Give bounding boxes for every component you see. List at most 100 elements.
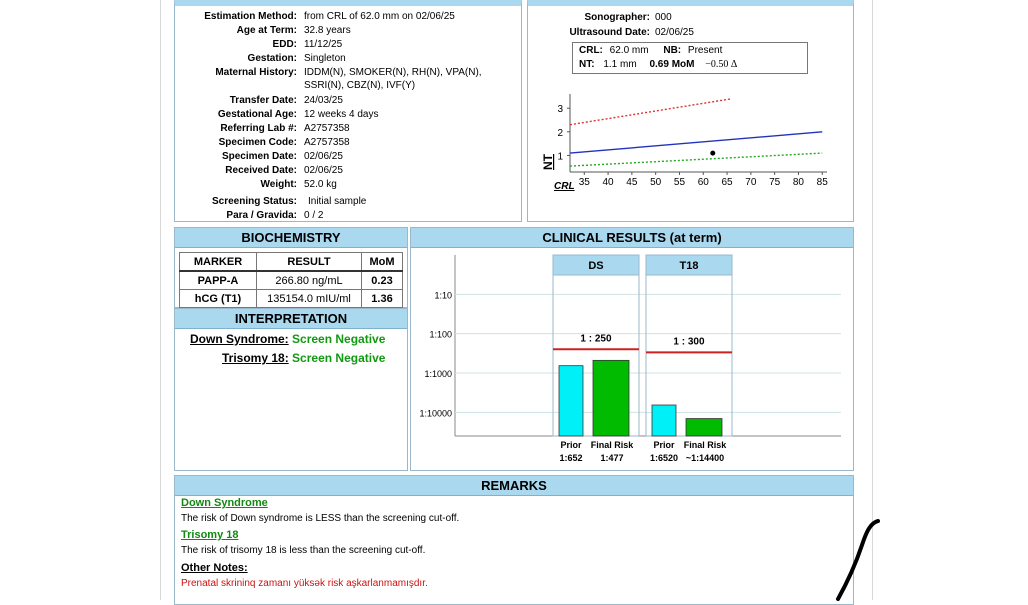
patient-field-value: 12 weeks 4 days <box>304 109 379 120</box>
clinical-results-panel: CLINICAL RESULTS (at term) 1:10 1:100 1:10… <box>410 227 854 471</box>
mom-cell: 1.36 <box>361 289 403 308</box>
remark-other-text: Prenatal skrininq zamanı yüksək risk aşk… <box>181 578 428 589</box>
nt-value: 1.1 mm <box>603 59 637 70</box>
nt-mom: 0.69 MoM <box>649 59 695 70</box>
nt-crl-chart: 1 2 3 35 40 45 50 55 60 65 70 75 80 85 NT CRL <box>541 94 829 192</box>
nt-series-line-1 <box>569 131 823 154</box>
field-label: Gestational Age: <box>217 109 297 120</box>
patient-field-value: 32.8 years <box>304 25 351 36</box>
risk-y-tick-label: 1:1000 <box>424 369 452 379</box>
final-risk-value: 1:477 <box>600 453 623 463</box>
ultrasound-panel: Sonographer: 000 Ultrasound Date: 02/06/… <box>527 0 854 222</box>
patient-field-value: 0 / 2 <box>304 210 324 221</box>
field-label: Transfer Date: <box>229 95 297 106</box>
field-label: Referring Lab #: <box>220 123 297 134</box>
field-label: Weight: <box>260 179 297 190</box>
patient-field-value: A2757358 <box>304 137 350 148</box>
prior-label: Prior <box>653 440 675 450</box>
patient-field-value: 52.0 kg <box>304 179 337 190</box>
t18-interpretation: Trisomy 18: Screen Negative <box>222 351 385 365</box>
final-risk-value: ~1:14400 <box>686 453 724 463</box>
risk-group-name: T18 <box>680 260 699 272</box>
field-label: Screening Status: <box>211 196 297 207</box>
final-risk-label: Final Risk <box>684 440 728 450</box>
nt-x-tick-label: 60 <box>698 177 710 188</box>
table-row: PAPP-A 266.80 ng/mL 0.23 <box>179 270 403 290</box>
field-label: Gestation: <box>247 53 297 64</box>
nt-x-tick-label: 75 <box>769 177 781 188</box>
patient-info-panel: Estimation Method: from CRL of 62.0 mm on… <box>174 0 522 222</box>
crl-label: CRL: <box>579 45 603 56</box>
field-label: Para / Gravida: <box>226 210 297 221</box>
prior-label: Prior <box>560 440 582 450</box>
remarks-title: REMARKS <box>175 476 853 496</box>
patient-field-value: Initial sample <box>308 196 367 207</box>
final-risk-bar <box>685 418 723 437</box>
remarks-panel: REMARKS Down Syndrome The risk of Down s… <box>174 475 854 605</box>
us-date-value: 02/06/25 <box>655 27 694 38</box>
risk-group-name: DS <box>588 260 603 272</box>
crl-axis-label: CRL <box>554 181 575 192</box>
patient-field-value: from CRL of 62.0 mm on 02/06/25 <box>304 11 455 22</box>
mom-cell: 0.23 <box>361 270 403 290</box>
patient-field-value: Singleton <box>304 53 346 64</box>
sonographer-value: 000 <box>655 12 672 23</box>
remark-t18-title: Trisomy 18 <box>181 529 239 541</box>
biochemistry-title: BIOCHEMISTRY <box>175 228 407 248</box>
nt-x-tick-label: 40 <box>603 177 615 188</box>
nt-x-tick-label: 70 <box>745 177 757 188</box>
patient-field-value: IDDM(N), SMOKER(N), RH(N), VPA(N), <box>304 67 482 78</box>
nt-x-tick-label: 35 <box>579 177 591 188</box>
nt-series-line-0 <box>569 98 732 126</box>
col-mom: MoM <box>361 252 403 272</box>
prior-value: 1:6520 <box>650 453 678 463</box>
final-risk-label: Final Risk <box>591 440 635 450</box>
prior-value: 1:652 <box>559 453 582 463</box>
risk-y-tick-label: 1:10000 <box>419 408 452 418</box>
patient-field-value: A2757358 <box>304 123 350 134</box>
clinical-title: CLINICAL RESULTS (at term) <box>411 228 853 248</box>
biochemistry-table: MARKER RESULT MoM PAPP-A 266.80 ng/mL 0.… <box>179 252 403 308</box>
nt-y-tick-label: 1 <box>557 151 563 162</box>
field-label: Estimation Method: <box>204 11 297 22</box>
interpretation-panel: INTERPRETATION Down Syndrome: Screen Neg… <box>174 308 408 471</box>
nt-label: NT: <box>579 59 595 70</box>
sonographer-label: Sonographer: <box>584 12 650 23</box>
field-label: Specimen Code: <box>218 137 297 148</box>
nt-measurement-point <box>710 150 716 156</box>
patient-field-value: 11/12/25 <box>304 39 343 50</box>
prior-risk-bar <box>651 404 677 437</box>
risk-cutoff-label: 1 : 250 <box>580 333 612 344</box>
field-label: Maternal History: <box>215 67 297 78</box>
nb-value: Present <box>687 45 723 56</box>
interpretation-title: INTERPRETATION <box>175 309 407 329</box>
field-label: Received Date: <box>225 165 297 176</box>
ds-interpretation: Down Syndrome: Screen Negative <box>190 332 385 346</box>
result-cell: 266.80 ng/mL <box>256 270 362 290</box>
crl-value: 62.0 mm <box>609 45 649 56</box>
remark-other-title: Other Notes: <box>181 562 248 574</box>
nt-x-tick-label: 55 <box>674 177 686 188</box>
report-page: Estimation Method: from CRL of 62.0 mm on… <box>160 0 873 605</box>
table-row: hCG (T1) 135154.0 mIU/ml 1.36 <box>179 289 403 308</box>
crl-nt-box: CRL: 62.0 mm NB: Present NT: 1.1 mm 0.69… <box>572 42 808 74</box>
biochemistry-panel: BIOCHEMISTRY MARKER RESULT MoM PAPP-A 26… <box>174 227 408 308</box>
patient-field-value: 02/06/25 <box>304 165 343 176</box>
marker-cell: PAPP-A <box>179 270 257 290</box>
nt-series-line-2 <box>569 152 823 167</box>
ds-interp-label: Down Syndrome: <box>190 332 289 346</box>
col-marker: MARKER <box>179 252 257 272</box>
nt-delta: −0.50 Δ <box>705 59 738 70</box>
nb-label: NB: <box>663 45 682 56</box>
field-label: Specimen Date: <box>221 151 297 162</box>
nt-x-tick-label: 85 <box>817 177 829 188</box>
nt-x-tick-label: 80 <box>793 177 805 188</box>
nt-y-tick-label: 3 <box>557 104 563 115</box>
field-label: Age at Term: <box>236 25 297 36</box>
risk-y-tick-label: 1:100 <box>429 330 452 340</box>
prior-risk-bar <box>558 365 584 437</box>
nt-y-tick-label: 2 <box>557 128 563 139</box>
result-cell: 135154.0 mIU/ml <box>256 289 362 308</box>
remark-ds-title: Down Syndrome <box>181 497 268 509</box>
t18-interp-value: Screen Negative <box>292 351 386 365</box>
